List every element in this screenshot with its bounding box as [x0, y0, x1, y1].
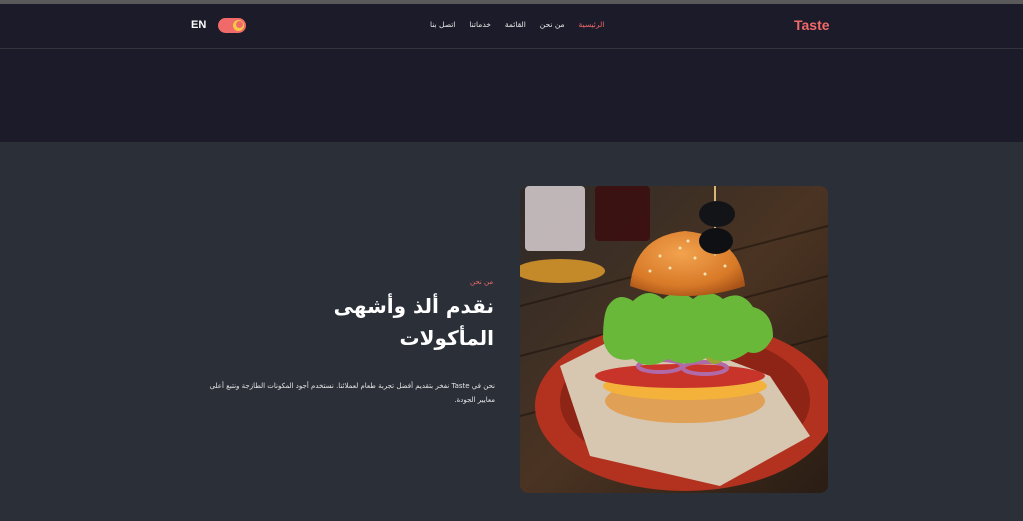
- theme-toggle[interactable]: [218, 18, 246, 33]
- nav-links: الرئيسية من نحن القائمة خدماتنا اتصل بنا: [430, 20, 604, 29]
- section-tag: من نحن: [470, 278, 494, 286]
- nav-link-menu[interactable]: القائمة: [505, 20, 526, 29]
- nav-link-contact[interactable]: اتصل بنا: [430, 20, 455, 29]
- burger-photo: [520, 186, 828, 493]
- section-paragraph: نحن في Taste نفخر بتقديم أفضل تجربة طعام…: [209, 382, 495, 404]
- moon-icon: [233, 20, 244, 31]
- nav-link-about[interactable]: من نحن: [540, 20, 565, 29]
- section-title-line2: المأكولات: [399, 326, 494, 350]
- brand-logo[interactable]: Taste: [794, 17, 830, 33]
- navbar: EN الرئيسية من نحن القائمة خدماتنا اتصل …: [0, 4, 1023, 49]
- language-switch-label[interactable]: EN: [191, 19, 206, 31]
- section-title-line1: نقدم ألذ وأشهى: [333, 294, 494, 318]
- nav-link-home[interactable]: الرئيسية: [579, 20, 605, 29]
- nav-link-services[interactable]: خدماتنا: [469, 20, 491, 29]
- hero-band: [0, 49, 1023, 142]
